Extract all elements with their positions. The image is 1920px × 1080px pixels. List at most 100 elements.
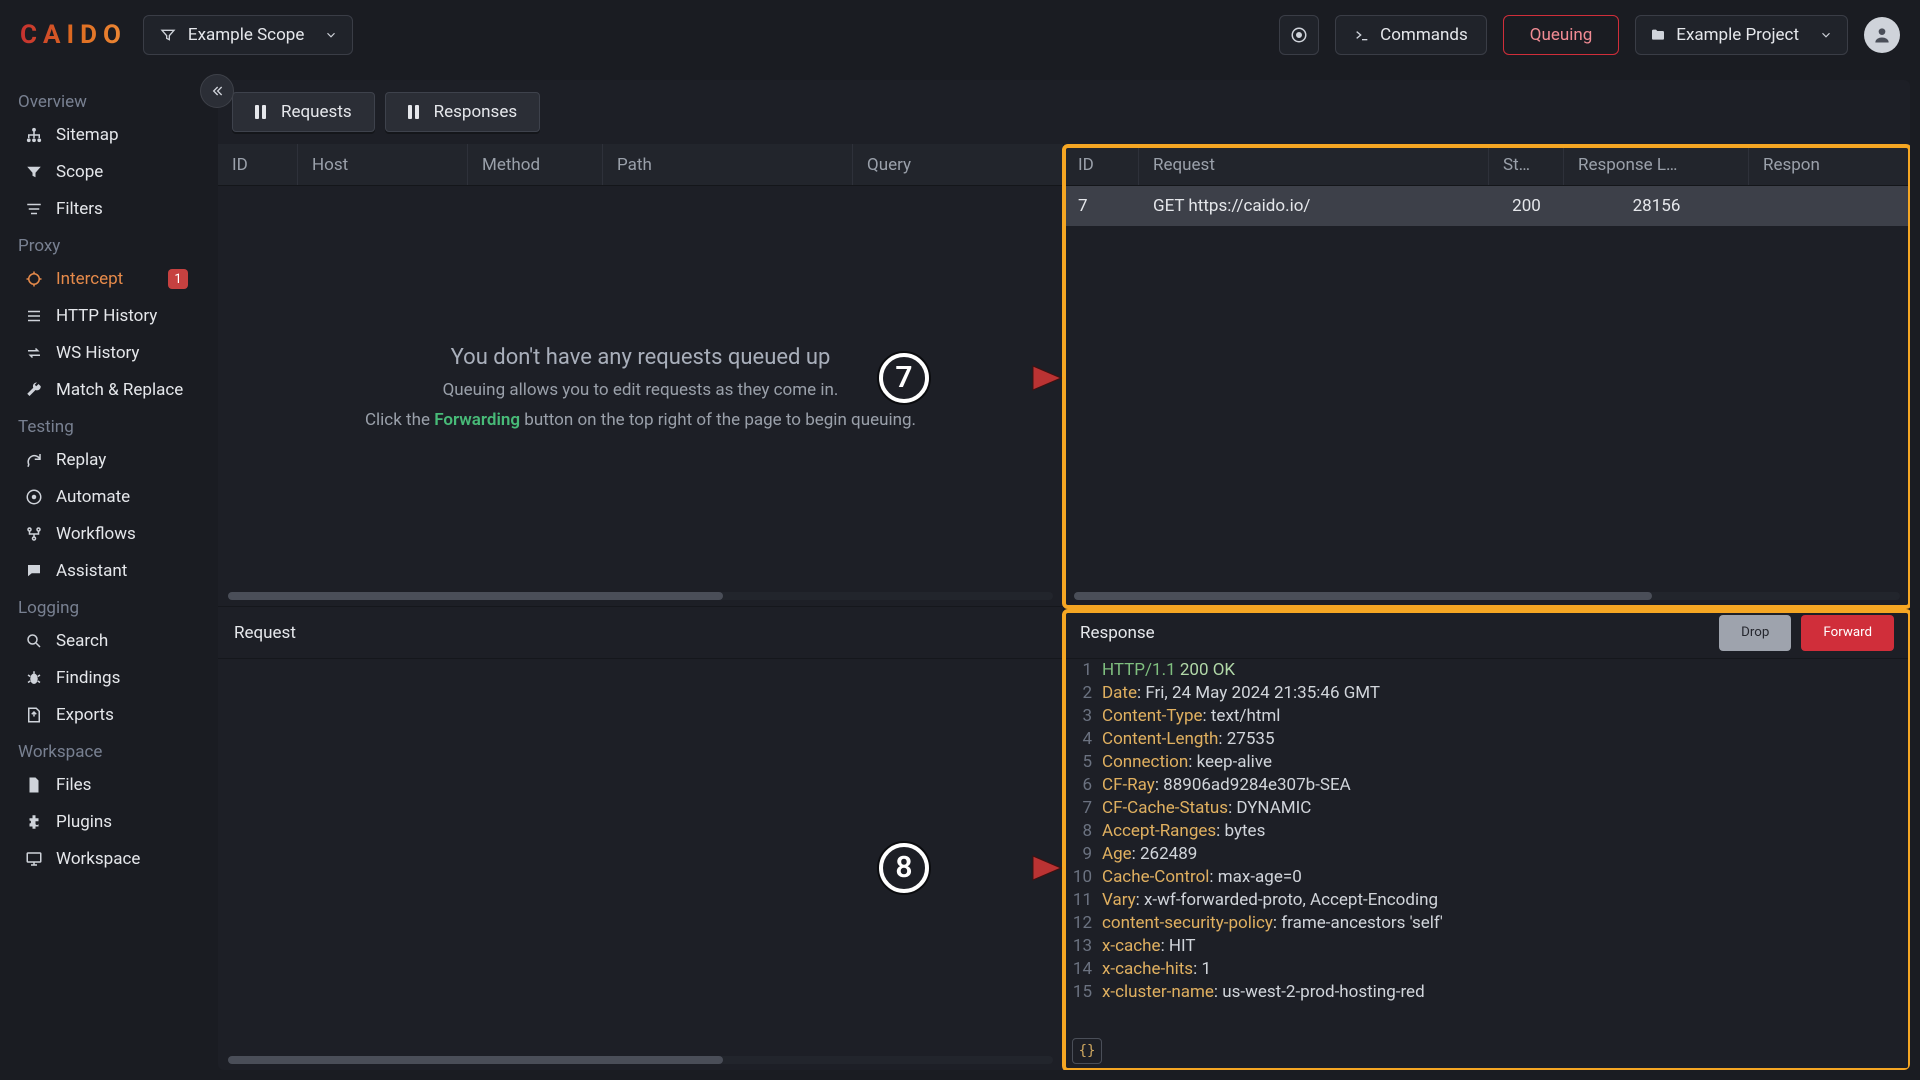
column-header[interactable]: Method [468, 144, 603, 185]
scope-label: Example Scope [188, 25, 304, 45]
code-line: 9Age: 262489 [1064, 843, 1910, 866]
sidebar-item-workflows[interactable]: Workflows [6, 516, 206, 552]
sidebar-item-exports[interactable]: Exports [6, 697, 206, 733]
table-row[interactable]: 7GET https://caido.io/20028156 [1064, 186, 1910, 226]
response-detail-pane: Response Drop Forward 1HTTP/1.1 200 OK2D… [1064, 607, 1910, 1070]
horizontal-scrollbar[interactable] [1074, 592, 1900, 600]
code-line: 13x-cache: HIT [1064, 935, 1910, 958]
code-line: 15x-cluster-name: us-west-2-prod-hosting… [1064, 981, 1910, 1004]
topbar: CAIDO Example Scope Commands Queuing Exa… [0, 0, 1920, 70]
sidebar-collapse-button[interactable] [200, 74, 234, 108]
sidebar-item-label: Sitemap [56, 125, 119, 145]
filter-icon [24, 162, 44, 182]
sidebar-section-label: Proxy [0, 228, 212, 260]
response-code-view[interactable]: 1HTTP/1.1 200 OK2Date: Fri, 24 May 2024 … [1064, 659, 1910, 1030]
sidebar-item-label: Findings [56, 668, 120, 688]
commands-button[interactable]: Commands [1335, 15, 1487, 55]
column-header[interactable]: Host [298, 144, 468, 185]
queuing-button[interactable]: Queuing [1503, 15, 1620, 55]
horizontal-scrollbar[interactable] [228, 592, 1053, 600]
column-header[interactable]: ID [218, 144, 298, 185]
sidebar-item-label: Assistant [56, 561, 127, 581]
code-line: 5Connection: keep-alive [1064, 751, 1910, 774]
code-line: 7CF-Cache-Status: DYNAMIC [1064, 797, 1910, 820]
commands-label: Commands [1380, 25, 1468, 45]
sidebar-item-replay[interactable]: Replay [6, 442, 206, 478]
sidebar-item-label: Exports [56, 705, 114, 725]
sidebar-item-ws-history[interactable]: WS History [6, 335, 206, 371]
pause-responses-button[interactable]: Responses [385, 92, 540, 132]
sidebar-item-files[interactable]: Files [6, 767, 206, 803]
sitemap-icon [24, 125, 44, 145]
sidebar-section-label: Testing [0, 409, 212, 441]
code-line: 1HTTP/1.1 200 OK [1064, 659, 1910, 682]
table-cell: GET https://caido.io/ [1139, 186, 1489, 226]
folder-icon [1650, 27, 1666, 43]
sidebar-item-intercept[interactable]: Intercept 1 [6, 261, 206, 297]
sidebar-item-label: Plugins [56, 812, 112, 832]
project-selector[interactable]: Example Project [1635, 15, 1848, 55]
pause-requests-button[interactable]: Requests [232, 92, 375, 132]
queuing-label: Queuing [1530, 25, 1593, 45]
pause-icon [408, 105, 420, 119]
code-line: 8Accept-Ranges: bytes [1064, 820, 1910, 843]
sidebar-item-workspace[interactable]: Workspace [6, 841, 206, 877]
sidebar-item-automate[interactable]: Automate [6, 479, 206, 515]
column-header[interactable]: St… [1489, 144, 1564, 185]
chevron-down-icon [1819, 28, 1833, 42]
sidebar-item-search[interactable]: Search [6, 623, 206, 659]
request-pane-header: Request [218, 607, 1063, 659]
list-icon [24, 306, 44, 326]
content-area: Requests Responses IDHostMethodPathQuery… [218, 80, 1910, 1070]
sidebar-item-http-history[interactable]: HTTP History [6, 298, 206, 334]
sidebar-item-label: HTTP History [56, 306, 157, 326]
replay-icon [24, 450, 44, 470]
scope-selector[interactable]: Example Scope [143, 15, 353, 55]
sidebar-item-label: Files [56, 775, 91, 795]
sidebar-item-match-replace[interactable]: Match & Replace [6, 372, 206, 408]
sidebar-item-label: Match & Replace [56, 380, 183, 400]
column-header[interactable]: Path [603, 144, 853, 185]
sidebar-item-label: Intercept [56, 269, 123, 289]
annotation-callout-8: 8 [879, 843, 1065, 893]
format-json-button[interactable]: {} [1072, 1038, 1102, 1064]
sidebar-item-findings[interactable]: Findings [6, 660, 206, 696]
horizontal-scrollbar[interactable] [228, 1056, 1053, 1064]
request-detail-pane: Request [218, 607, 1064, 1070]
sidebar-item-label: Automate [56, 487, 130, 507]
chevron-down-icon [324, 28, 338, 42]
column-header[interactable]: Response L… [1564, 144, 1749, 185]
code-line: 4Content-Length: 27535 [1064, 728, 1910, 751]
request-pane-title: Request [234, 623, 296, 643]
sidebar-item-label: Scope [56, 162, 103, 182]
sidebar-item-filters[interactable]: Filters [6, 191, 206, 227]
drop-button[interactable]: Drop [1719, 615, 1791, 651]
column-header[interactable]: ID [1064, 144, 1139, 185]
browser-button[interactable] [1279, 15, 1319, 55]
response-pane-title: Response [1080, 623, 1155, 643]
pause-icon [255, 105, 267, 119]
bug-icon [24, 668, 44, 688]
forward-button[interactable]: Forward [1801, 615, 1894, 651]
sidebar-item-plugins[interactable]: Plugins [6, 804, 206, 840]
sidebar-item-scope[interactable]: Scope [6, 154, 206, 190]
badge: 1 [168, 269, 188, 289]
column-header[interactable]: Query [853, 144, 1053, 185]
empty-line2: Click the Forwarding button on the top r… [365, 410, 916, 430]
table-cell: 200 [1489, 186, 1564, 226]
sidebar: OverviewSitemapScopeFiltersProxyIntercep… [0, 70, 212, 1080]
column-header[interactable]: Request [1139, 144, 1489, 185]
sidebar-item-sitemap[interactable]: Sitemap [6, 117, 206, 153]
lines-icon [24, 199, 44, 219]
filter-icon [158, 25, 178, 45]
column-header[interactable]: Respon [1749, 144, 1889, 185]
account-avatar[interactable] [1864, 17, 1900, 53]
code-line: 14x-cache-hits: 1 [1064, 958, 1910, 981]
plugin-icon [24, 812, 44, 832]
code-line: 12content-security-policy: frame-ancesto… [1064, 912, 1910, 935]
callout-number: 7 [895, 360, 912, 395]
sidebar-item-assistant[interactable]: Assistant [6, 553, 206, 589]
requests-toggle-label: Requests [281, 102, 352, 122]
flow-icon [24, 524, 44, 544]
swap-icon [24, 343, 44, 363]
